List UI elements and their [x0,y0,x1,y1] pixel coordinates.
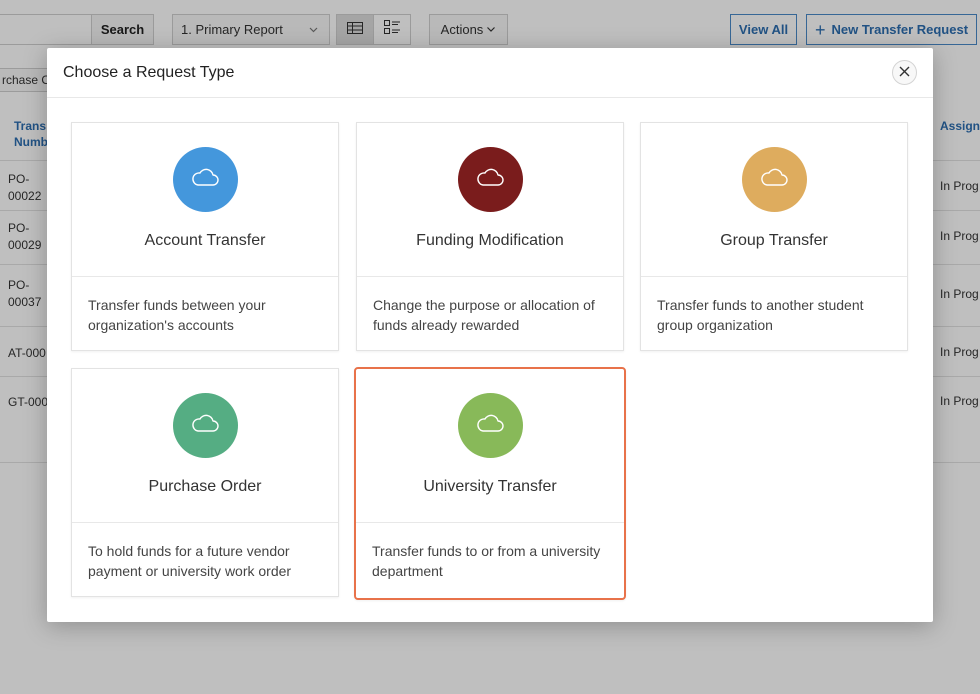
cloud-icon [759,166,789,193]
card-icon-badge [457,147,523,212]
card-icon-badge [741,147,807,212]
card-description: Transfer funds to or from a university d… [372,543,601,579]
card-header: Group Transfer [641,123,907,277]
card-title: Purchase Order [148,478,262,495]
card-description: Change the purpose or allocation of fund… [373,297,595,333]
card-header: Account Transfer [72,123,338,277]
request-type-card-purchase-order[interactable]: Purchase Order To hold funds for a futur… [71,368,339,597]
card-description: Transfer funds between your organization… [88,297,266,333]
card-icon-badge [172,147,238,212]
dialog-title: Choose a Request Type [63,64,235,81]
card-title: Group Transfer [720,232,828,249]
card-description: Transfer funds to another student group … [657,297,864,333]
close-button[interactable] [892,60,917,85]
card-title: University Transfer [423,478,557,495]
card-icon-badge [457,393,523,458]
card-title: Account Transfer [144,232,266,249]
card-title: Funding Modification [416,232,564,249]
request-type-dialog: Choose a Request Type Account Transfer T… [47,48,933,622]
card-header: University Transfer [356,369,624,523]
cloud-icon [190,166,220,193]
request-type-card-university-transfer[interactable]: University Transfer Transfer funds to or… [354,367,626,600]
cloud-icon [475,166,505,193]
request-type-card-group-transfer[interactable]: Group Transfer Transfer funds to another… [640,122,908,351]
card-description: To hold funds for a future vendor paymen… [88,543,292,579]
cloud-icon [475,412,505,439]
cloud-icon [190,412,220,439]
card-header: Purchase Order [72,369,338,523]
card-header: Funding Modification [357,123,623,277]
dialog-header: Choose a Request Type [47,48,933,98]
request-type-card-funding-modification[interactable]: Funding Modification Change the purpose … [356,122,624,351]
close-icon [899,64,910,82]
request-type-card-account-transfer[interactable]: Account Transfer Transfer funds between … [71,122,339,351]
card-icon-badge [172,393,238,458]
